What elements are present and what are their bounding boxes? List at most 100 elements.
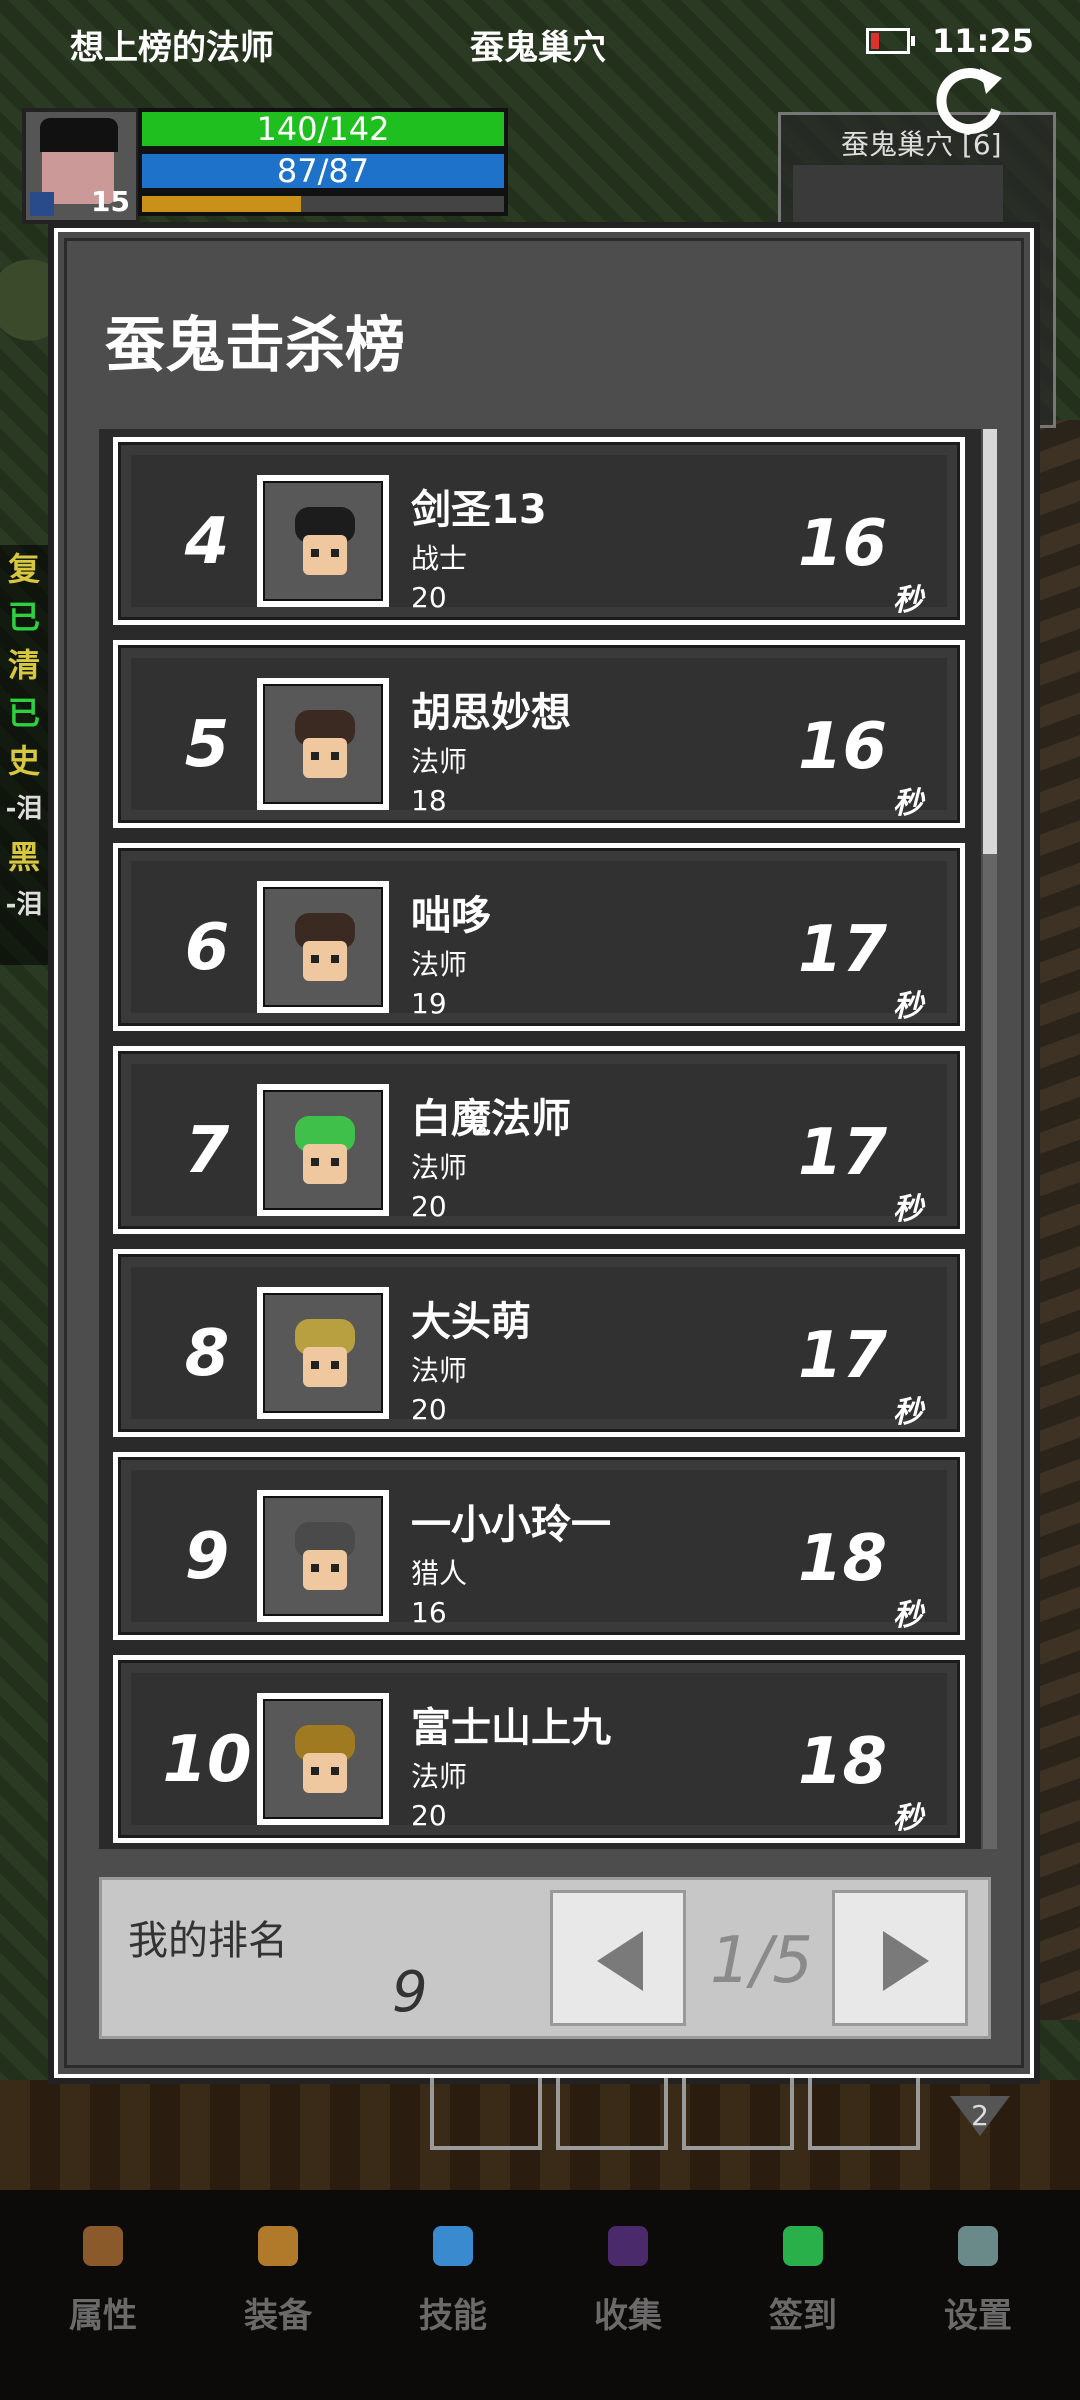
mp-bar: 87/87 [142, 154, 504, 188]
leaderboard-row[interactable]: 7 白魔法师 法师 20 17 秒 [113, 1046, 965, 1234]
player-name: 胡思妙想 [411, 690, 571, 736]
clear-time: 16 [797, 507, 887, 581]
nav-label: 属性 [69, 2296, 137, 2336]
leaderboard-list[interactable]: 4 剑圣13 战士 20 16 秒 5 胡思妙想 法师 18 16 秒 6 咄哆… [99, 429, 981, 1849]
scrollbar-thumb[interactable] [983, 429, 997, 854]
nav-item[interactable]: 属性 [33, 2218, 173, 2368]
time-unit: 秒 [893, 989, 923, 1024]
portrait-frame [263, 1293, 383, 1413]
portrait-frame [263, 1496, 383, 1616]
player-class: 法师 [411, 948, 468, 981]
quest-char: -泪 [5, 890, 43, 920]
time-unit: 秒 [893, 1598, 923, 1633]
time-unit: 秒 [893, 1192, 923, 1227]
helmet-icon [83, 2226, 123, 2266]
clear-time: 16 [797, 710, 887, 784]
minimap-content [793, 165, 1003, 235]
page-indicator: 1/5 [710, 1924, 813, 1998]
row-frame: 6 咄哆 法师 19 17 秒 [118, 848, 960, 1026]
portrait-frame [263, 1090, 383, 1210]
row-body: 6 咄哆 法师 19 17 秒 [131, 861, 947, 1024]
player-level: 15 [91, 185, 130, 218]
player-class: 法师 [411, 1151, 468, 1184]
row-body: 8 大头萌 法师 20 17 秒 [131, 1267, 947, 1430]
player-level: 16 [411, 1596, 447, 1629]
nav-item[interactable]: 设置 [908, 2218, 1048, 2368]
clock-time: 11:25 [932, 22, 1034, 60]
row-body: 10 富士山上九 法师 20 18 秒 [131, 1673, 947, 1836]
quest-char: 黑 [7, 838, 40, 876]
nav-item[interactable]: 技能 [383, 2218, 523, 2368]
skill-orb-icon [433, 2226, 473, 2266]
clear-time: 17 [797, 1319, 887, 1393]
quick-slot[interactable] [682, 2078, 794, 2150]
my-rank-panel: 我的排名 9 1/5 [99, 1877, 991, 2039]
row-frame: 8 大头萌 法师 20 17 秒 [118, 1254, 960, 1432]
list-scrollbar[interactable] [983, 429, 997, 1849]
leaderboard-row[interactable]: 4 剑圣13 战士 20 16 秒 [113, 437, 965, 625]
quick-slot[interactable] [808, 2078, 920, 2150]
player-portrait [257, 475, 389, 607]
rank-number: 5 [184, 708, 230, 782]
xp-bar [142, 196, 504, 212]
xp-bar-fill [142, 196, 302, 212]
leaderboard-row[interactable]: 9 一小小玲一 猎人 16 18 秒 [113, 1452, 965, 1640]
row-body: 9 一小小玲一 猎人 16 18 秒 [131, 1470, 947, 1633]
player-class: 法师 [411, 1354, 468, 1387]
bottom-nav: 属性 装备 技能 收集 签到 设置 [0, 2190, 1080, 2400]
leaderboard-row[interactable]: 5 胡思妙想 法师 18 16 秒 [113, 640, 965, 828]
rank-number: 4 [184, 505, 230, 579]
nav-item[interactable]: 装备 [208, 2218, 348, 2368]
row-frame: 9 一小小玲一 猎人 16 18 秒 [118, 1457, 960, 1635]
player-portrait [257, 1693, 389, 1825]
portrait-frame [263, 887, 383, 1007]
player-portrait [257, 1287, 389, 1419]
mage-hood-icon [295, 913, 355, 981]
row-frame: 10 富士山上九 法师 20 18 秒 [118, 1660, 960, 1838]
row-body: 7 白魔法师 法师 20 17 秒 [131, 1064, 947, 1227]
nav-item[interactable]: 收集 [558, 2218, 698, 2368]
refresh-icon[interactable] [930, 62, 1010, 142]
player-avatar[interactable]: 15 [22, 108, 140, 224]
rank-number: 8 [184, 1317, 230, 1391]
leaderboard-row[interactable]: 6 咄哆 法师 19 17 秒 [113, 843, 965, 1031]
clear-time: 17 [797, 1116, 887, 1190]
nav-label: 设置 [944, 2296, 1012, 2336]
leaderboard-dialog: 蚕鬼击杀榜 4 剑圣13 战士 20 16 秒 5 胡思妙想 法师 18 16 … [54, 228, 1034, 2078]
time-unit: 秒 [893, 583, 923, 618]
portrait-frame [263, 1699, 383, 1819]
player-level: 20 [411, 581, 447, 614]
gold-mask-icon [295, 1725, 355, 1793]
nav-label: 技能 [419, 2296, 487, 2336]
nav-item[interactable]: 签到 [733, 2218, 873, 2368]
row-body: 5 胡思妙想 法师 18 16 秒 [131, 658, 947, 821]
player-portrait [257, 1490, 389, 1622]
prev-page-button[interactable] [550, 1890, 686, 2026]
nav-label: 收集 [594, 2296, 662, 2336]
row-frame: 4 剑圣13 战士 20 16 秒 [118, 442, 960, 620]
next-page-button[interactable] [832, 1890, 968, 2026]
player-level: 19 [411, 987, 447, 1020]
player-name: 白魔法师 [411, 1096, 571, 1142]
quest-char: 已 [7, 694, 40, 732]
horned-helmet-icon [295, 507, 355, 575]
player-level: 20 [411, 1799, 447, 1832]
quick-slot[interactable] [430, 2078, 542, 2150]
portrait-frame [263, 481, 383, 601]
clear-time: 18 [797, 1725, 887, 1799]
leaderboard-row[interactable]: 10 富士山上九 法师 20 18 秒 [113, 1655, 965, 1843]
leaderboard-row[interactable]: 8 大头萌 法师 20 17 秒 [113, 1249, 965, 1437]
quest-char: -泪 [5, 794, 43, 824]
quest-tracker-strip[interactable]: 复 已 清 已 史 -泪 黑 -泪 [0, 545, 55, 965]
quest-char: 已 [7, 598, 40, 636]
dialog-title: 蚕鬼击杀榜 [105, 311, 405, 381]
book-icon [608, 2226, 648, 2266]
rank-number: 7 [184, 1114, 230, 1188]
green-hair-mage-icon [295, 1116, 355, 1184]
player-portrait [257, 678, 389, 810]
player-name: 富士山上九 [411, 1705, 611, 1751]
player-level: 20 [411, 1190, 447, 1223]
quick-slot[interactable] [556, 2078, 668, 2150]
my-rank-value: 9 [392, 1960, 428, 2025]
time-unit: 秒 [893, 1395, 923, 1430]
